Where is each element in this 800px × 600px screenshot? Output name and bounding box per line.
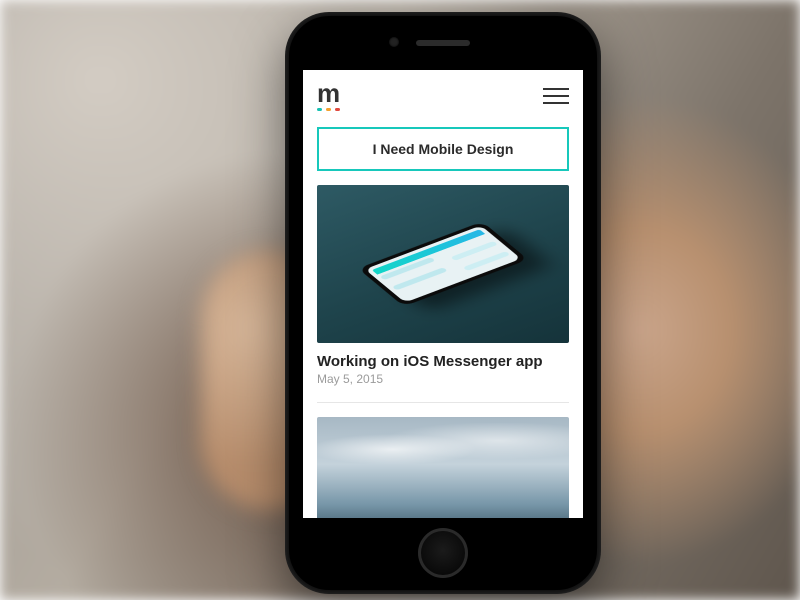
post-card[interactable]: Working on iOS Messenger app May 5, 2015 [317, 185, 569, 386]
post-image-messenger-mockup [317, 185, 569, 343]
post-date: May 5, 2015 [317, 372, 569, 386]
app-header: m [303, 70, 583, 117]
mockup-phone-icon [358, 222, 528, 307]
post-feed: Working on iOS Messenger app May 5, 2015 [303, 185, 583, 518]
logo-accent-dots [317, 108, 340, 111]
logo[interactable]: m [317, 80, 340, 111]
iphone-frame: m I Need Mobile Design [285, 12, 601, 594]
home-button[interactable] [418, 528, 468, 578]
post-card[interactable] [317, 417, 569, 518]
post-divider [317, 402, 569, 403]
front-camera [389, 37, 399, 47]
post-image-landscape [317, 417, 569, 518]
phone-screen: m I Need Mobile Design [303, 70, 583, 518]
cta-button[interactable]: I Need Mobile Design [317, 127, 569, 171]
logo-letter: m [317, 80, 340, 106]
post-title: Working on iOS Messenger app [317, 353, 569, 370]
hamburger-menu-icon[interactable] [543, 88, 569, 104]
speaker-slot [416, 40, 470, 46]
iphone-bezel: m I Need Mobile Design [289, 16, 597, 590]
clouds-icon [317, 423, 569, 467]
cta-label: I Need Mobile Design [373, 141, 514, 157]
